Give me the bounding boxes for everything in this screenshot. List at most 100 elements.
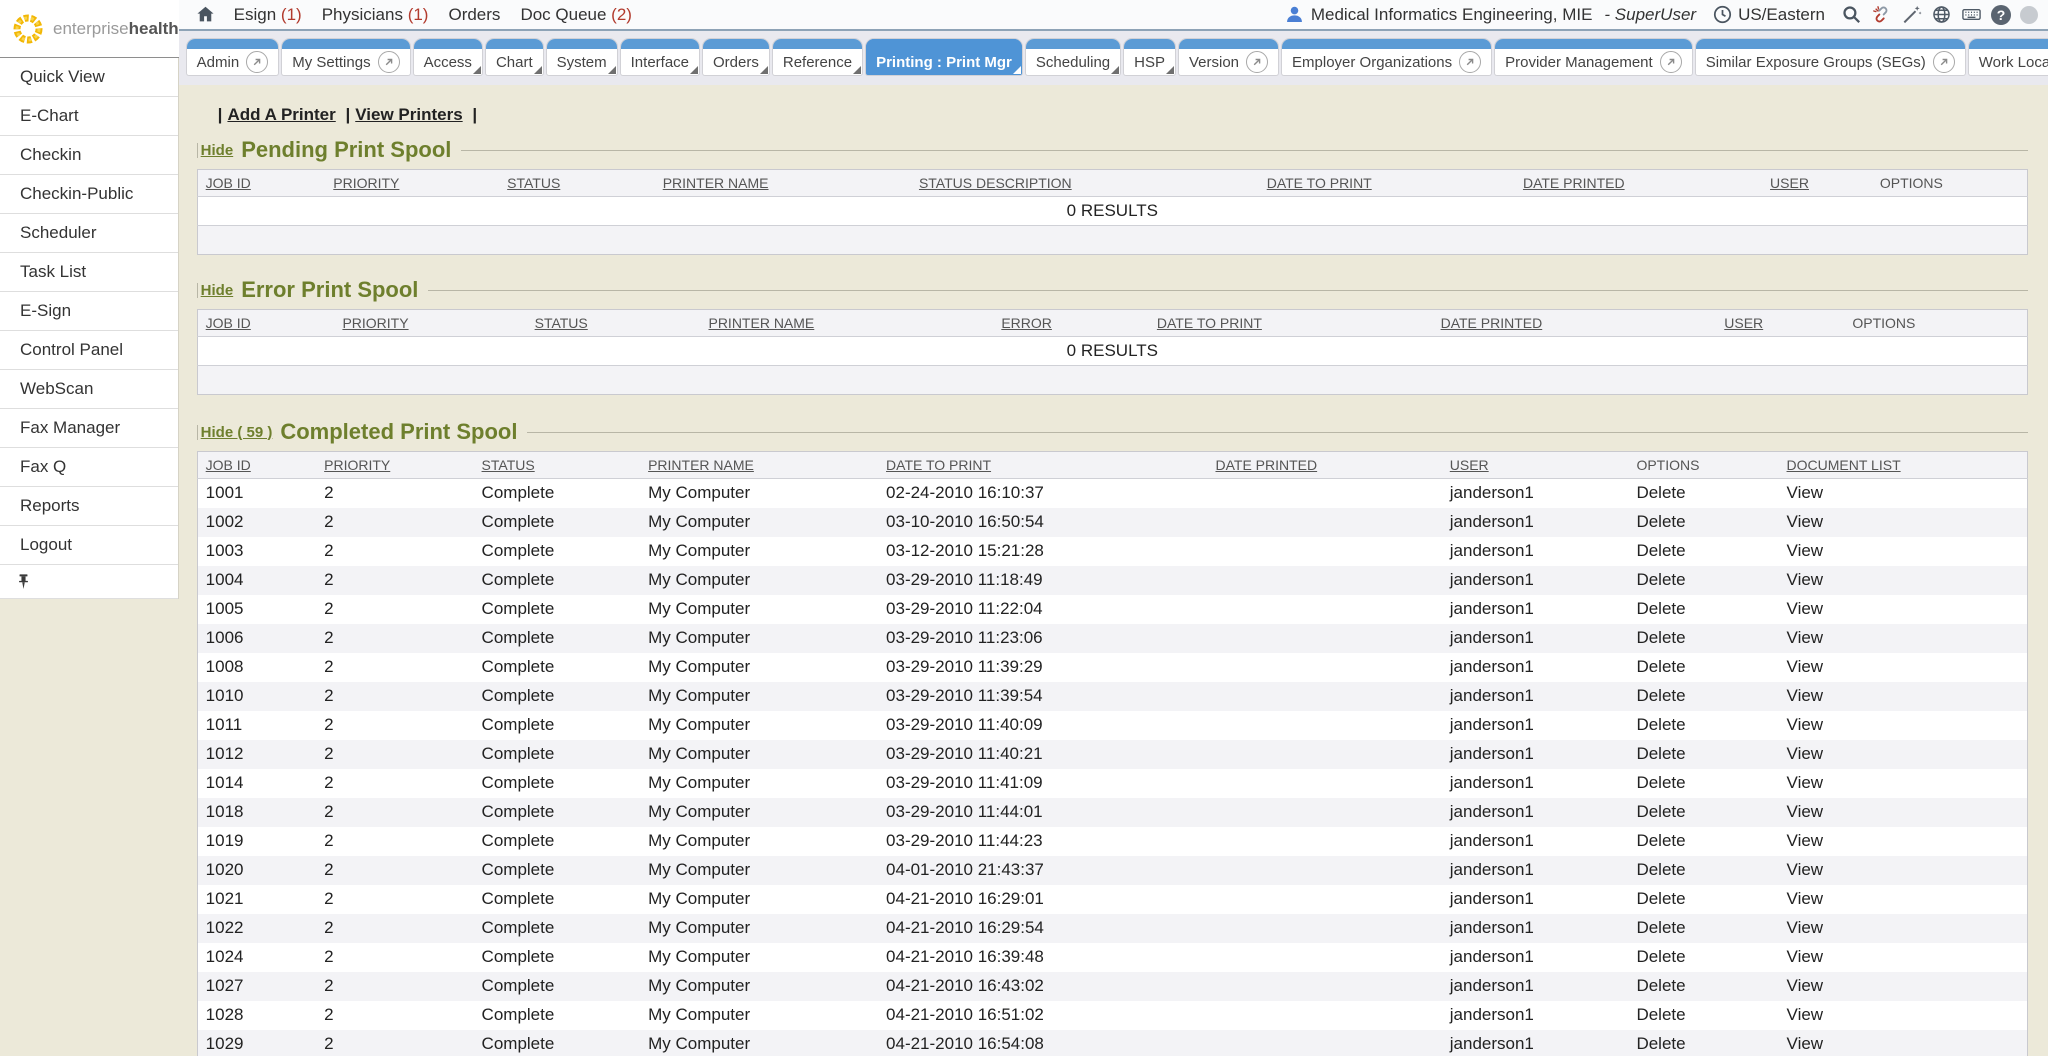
tab-system[interactable]: System xyxy=(547,39,617,75)
delete-link[interactable]: Delete xyxy=(1636,1005,1685,1024)
col-date-to-print[interactable]: DATE TO PRINT xyxy=(1259,170,1515,197)
tab-hsp[interactable]: HSP xyxy=(1124,39,1175,75)
sidebar-item-e-chart[interactable]: E-Chart xyxy=(0,97,178,136)
col-error[interactable]: ERROR xyxy=(993,310,1149,337)
wand-icon[interactable] xyxy=(1901,4,1922,25)
sidebar-item-quick-view[interactable]: Quick View xyxy=(0,58,178,97)
view-link[interactable]: View xyxy=(1787,947,1824,966)
view-link[interactable]: View xyxy=(1787,541,1824,560)
delete-link[interactable]: Delete xyxy=(1636,541,1685,560)
view-link[interactable]: View xyxy=(1787,1034,1824,1053)
col-printer-name[interactable]: PRINTER NAME xyxy=(640,452,878,479)
tab-printing-print-mgr[interactable]: Printing : Print Mgr xyxy=(866,39,1022,75)
view-link[interactable]: View xyxy=(1787,802,1824,821)
tab-access[interactable]: Access xyxy=(414,39,482,75)
tab-provider-management[interactable]: Provider Management xyxy=(1495,39,1692,75)
col-status[interactable]: STATUS xyxy=(499,170,655,197)
view-link[interactable]: View xyxy=(1787,773,1824,792)
sidebar-item-reports[interactable]: Reports xyxy=(0,487,178,526)
view-printers-link[interactable]: View Printers xyxy=(355,105,462,124)
col-job-id[interactable]: JOB ID xyxy=(197,310,334,337)
broken-link-icon[interactable] xyxy=(1871,4,1892,25)
external-link-icon[interactable] xyxy=(1246,51,1268,73)
col-status-description[interactable]: STATUS DESCRIPTION xyxy=(911,170,1259,197)
delete-link[interactable]: Delete xyxy=(1636,657,1685,676)
external-link-icon[interactable] xyxy=(378,51,400,73)
delete-link[interactable]: Delete xyxy=(1636,802,1685,821)
view-link[interactable]: View xyxy=(1787,1005,1824,1024)
menu-esign[interactable]: Esign (1) xyxy=(234,5,302,25)
col-priority[interactable]: PRIORITY xyxy=(325,170,499,197)
view-link[interactable]: View xyxy=(1787,860,1824,879)
col-status[interactable]: STATUS xyxy=(474,452,641,479)
home-icon[interactable] xyxy=(195,4,216,25)
col-user[interactable]: USER xyxy=(1442,452,1629,479)
delete-link[interactable]: Delete xyxy=(1636,570,1685,589)
delete-link[interactable]: Delete xyxy=(1636,512,1685,531)
external-link-icon[interactable] xyxy=(1459,51,1481,73)
col-date-to-print[interactable]: DATE TO PRINT xyxy=(1149,310,1433,337)
col-job-id[interactable]: JOB ID xyxy=(197,452,316,479)
delete-link[interactable]: Delete xyxy=(1636,976,1685,995)
sidebar-item-e-sign[interactable]: E-Sign xyxy=(0,292,178,331)
col-document-list[interactable]: DOCUMENT LIST xyxy=(1779,452,2028,479)
sidebar-pin-toggle[interactable] xyxy=(0,565,178,599)
hide-toggle[interactable]: Hide xyxy=(201,142,234,159)
globe-icon[interactable] xyxy=(1931,4,1952,25)
col-user[interactable]: USER xyxy=(1716,310,1844,337)
tab-menu-corner-icon[interactable] xyxy=(608,66,616,74)
sidebar-item-fax-manager[interactable]: Fax Manager xyxy=(0,409,178,448)
add-a-printer-link[interactable]: Add A Printer xyxy=(227,105,335,124)
col-user[interactable]: USER xyxy=(1762,170,1872,197)
tab-employer-organizations[interactable]: Employer Organizations xyxy=(1282,39,1491,75)
col-printer-name[interactable]: PRINTER NAME xyxy=(655,170,911,197)
delete-link[interactable]: Delete xyxy=(1636,628,1685,647)
view-link[interactable]: View xyxy=(1787,686,1824,705)
tab-menu-corner-icon[interactable] xyxy=(760,66,768,74)
tab-version[interactable]: Version xyxy=(1179,39,1278,75)
sidebar-item-fax-q[interactable]: Fax Q xyxy=(0,448,178,487)
keyboard-icon[interactable] xyxy=(1961,4,1982,25)
view-link[interactable]: View xyxy=(1787,744,1824,763)
view-link[interactable]: View xyxy=(1787,599,1824,618)
menu-doc-queue[interactable]: Doc Queue (2) xyxy=(520,5,632,25)
tab-admin[interactable]: Admin xyxy=(187,39,279,75)
tab-menu-corner-icon[interactable] xyxy=(1166,66,1174,74)
tab-interface[interactable]: Interface xyxy=(621,39,699,75)
hide-toggle[interactable]: Hide ( 59 ) xyxy=(201,424,273,441)
help-icon[interactable]: ? xyxy=(1991,5,2011,25)
view-link[interactable]: View xyxy=(1787,831,1824,850)
col-priority[interactable]: PRIORITY xyxy=(334,310,526,337)
tab-scheduling[interactable]: Scheduling xyxy=(1026,39,1120,75)
view-link[interactable]: View xyxy=(1787,918,1824,937)
view-link[interactable]: View xyxy=(1787,657,1824,676)
col-job-id[interactable]: JOB ID xyxy=(197,170,325,197)
col-status[interactable]: STATUS xyxy=(527,310,701,337)
menu-physicians[interactable]: Physicians (1) xyxy=(322,5,429,25)
delete-link[interactable]: Delete xyxy=(1636,686,1685,705)
external-link-icon[interactable] xyxy=(1660,51,1682,73)
tab-menu-corner-icon[interactable] xyxy=(473,66,481,74)
search-icon[interactable] xyxy=(1841,4,1862,25)
sidebar-item-checkin-public[interactable]: Checkin-Public xyxy=(0,175,178,214)
view-link[interactable]: View xyxy=(1787,570,1824,589)
tab-orders[interactable]: Orders xyxy=(703,39,769,75)
tab-similar-exposure-groups-segs[interactable]: Similar Exposure Groups (SEGs) xyxy=(1696,39,1965,75)
delete-link[interactable]: Delete xyxy=(1636,773,1685,792)
delete-link[interactable]: Delete xyxy=(1636,1034,1685,1053)
view-link[interactable]: View xyxy=(1787,628,1824,647)
sidebar-item-checkin[interactable]: Checkin xyxy=(0,136,178,175)
delete-link[interactable]: Delete xyxy=(1636,918,1685,937)
timezone-widget[interactable]: US/Eastern xyxy=(1712,4,1825,25)
sidebar-item-control-panel[interactable]: Control Panel xyxy=(0,331,178,370)
delete-link[interactable]: Delete xyxy=(1636,860,1685,879)
delete-link[interactable]: Delete xyxy=(1636,889,1685,908)
view-link[interactable]: View xyxy=(1787,889,1824,908)
tab-menu-corner-icon[interactable] xyxy=(1013,66,1021,74)
col-date-printed[interactable]: DATE PRINTED xyxy=(1207,452,1441,479)
external-link-icon[interactable] xyxy=(246,51,268,73)
view-link[interactable]: View xyxy=(1787,715,1824,734)
delete-link[interactable]: Delete xyxy=(1636,947,1685,966)
delete-link[interactable]: Delete xyxy=(1636,831,1685,850)
delete-link[interactable]: Delete xyxy=(1636,715,1685,734)
